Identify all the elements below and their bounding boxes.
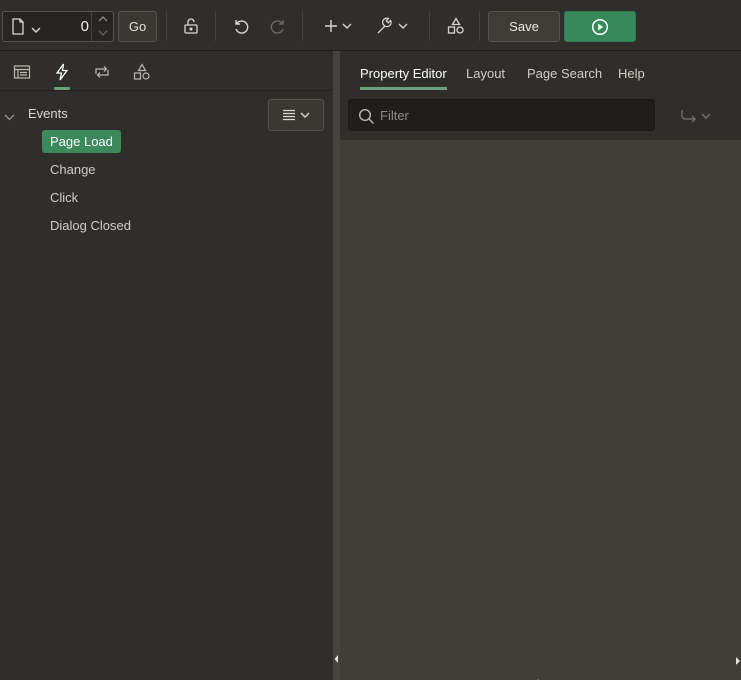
tab-shared-components[interactable] bbox=[130, 60, 154, 84]
undo-button[interactable] bbox=[229, 14, 253, 38]
tab-processing[interactable] bbox=[90, 60, 114, 84]
rendering-icon bbox=[13, 65, 31, 79]
pane-splitter[interactable] bbox=[333, 51, 340, 680]
chevron-down-icon bbox=[300, 112, 310, 118]
shared-components-button[interactable] bbox=[444, 14, 468, 38]
lightning-icon bbox=[55, 63, 69, 81]
chevron-down-icon[interactable] bbox=[31, 22, 41, 37]
go-to-group-button[interactable] bbox=[680, 106, 716, 126]
tab-page-search[interactable]: Page Search bbox=[527, 64, 602, 90]
collapse-right-icon[interactable] bbox=[735, 654, 741, 669]
builder-toolbar: 0 Go Save bbox=[0, 0, 741, 51]
menu-icon bbox=[283, 109, 295, 121]
tab-help[interactable]: Help bbox=[618, 64, 645, 90]
toolbar-divider bbox=[429, 11, 430, 41]
tree-item-change[interactable]: Change bbox=[42, 158, 104, 181]
plus-icon bbox=[325, 20, 337, 32]
go-to-group-icon bbox=[681, 110, 696, 123]
toolbar-divider bbox=[479, 11, 480, 41]
chevron-down-icon bbox=[701, 113, 711, 119]
processing-icon bbox=[95, 66, 109, 78]
tab-property-editor[interactable]: Property Editor bbox=[360, 64, 447, 90]
page-icon bbox=[11, 18, 25, 38]
chevron-down-icon[interactable] bbox=[4, 109, 15, 124]
property-editor-header: Property Editor Layout Page Search Help bbox=[340, 51, 741, 140]
play-icon bbox=[591, 18, 609, 35]
tab-dynamic-actions[interactable] bbox=[50, 60, 74, 90]
tree-item-click[interactable]: Click bbox=[42, 186, 86, 209]
chevron-up-icon[interactable] bbox=[98, 15, 108, 22]
tree-node-label: Events bbox=[28, 106, 68, 121]
tree-menu-button[interactable] bbox=[268, 99, 324, 131]
collapse-left-icon[interactable] bbox=[333, 654, 340, 664]
undo-icon bbox=[235, 20, 249, 34]
tree-view-tabs bbox=[0, 51, 333, 91]
utilities-menu-button[interactable] bbox=[374, 14, 410, 38]
page-selector[interactable]: 0 bbox=[2, 11, 114, 42]
tab-rendering[interactable] bbox=[10, 60, 34, 84]
page-number-input[interactable]: 0 bbox=[47, 12, 89, 41]
tab-layout[interactable]: Layout bbox=[466, 64, 505, 90]
chevron-down-icon bbox=[398, 23, 408, 29]
lock-page-button[interactable] bbox=[179, 15, 203, 37]
page-number-stepper[interactable] bbox=[91, 12, 113, 41]
chevron-down-icon[interactable] bbox=[98, 30, 108, 37]
chevron-down-icon bbox=[342, 23, 352, 29]
go-button[interactable]: Go bbox=[118, 11, 157, 42]
run-page-button[interactable] bbox=[564, 11, 636, 42]
tree-pane: Events Page Load Change Click Dialog Clo… bbox=[0, 51, 333, 680]
resize-handle-icon[interactable] bbox=[531, 673, 545, 680]
redo-button[interactable] bbox=[266, 14, 290, 38]
search-icon bbox=[358, 108, 374, 124]
filter-input[interactable] bbox=[380, 100, 650, 130]
tree-item-page-load[interactable]: Page Load bbox=[42, 130, 121, 153]
shapes-icon bbox=[447, 17, 464, 34]
filter-field[interactable] bbox=[348, 99, 655, 131]
save-button[interactable]: Save bbox=[488, 11, 560, 42]
redo-icon bbox=[270, 20, 284, 34]
wrench-icon bbox=[377, 17, 392, 34]
tree-item-dialog-closed[interactable]: Dialog Closed bbox=[42, 214, 139, 237]
create-menu-button[interactable] bbox=[320, 14, 356, 38]
shapes-icon bbox=[133, 63, 150, 80]
property-editor-pane: Property Editor Layout Page Search Help bbox=[340, 51, 741, 680]
toolbar-divider bbox=[166, 11, 167, 41]
unlock-icon bbox=[184, 18, 198, 34]
toolbar-divider bbox=[302, 11, 303, 41]
toolbar-divider bbox=[215, 11, 216, 41]
